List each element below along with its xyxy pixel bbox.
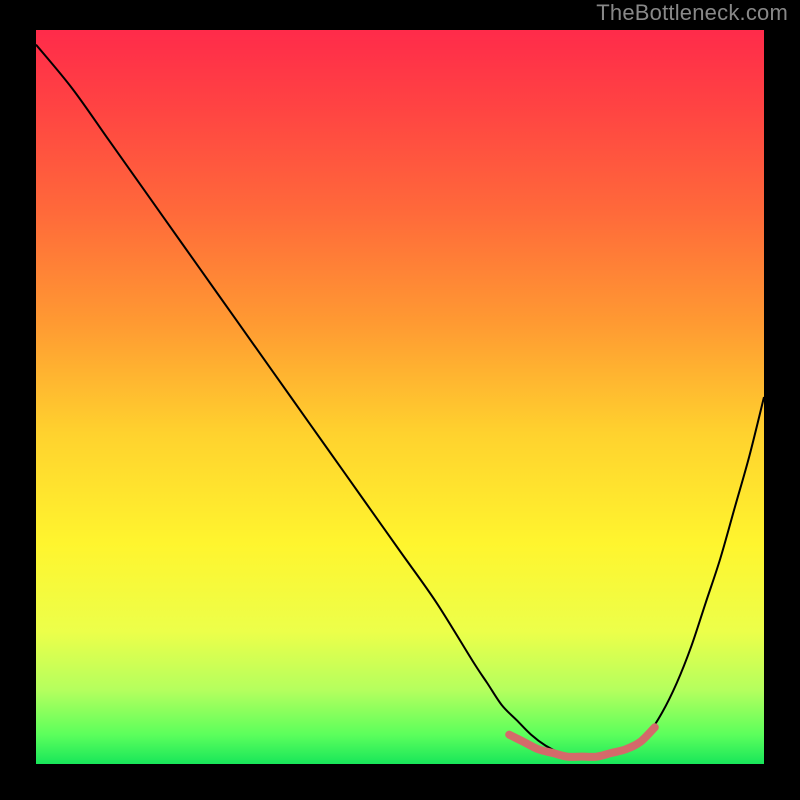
- gradient-background: [36, 30, 764, 764]
- chart-svg: [36, 30, 764, 764]
- chart-container: TheBottleneck.com: [0, 0, 800, 800]
- plot-area: [36, 30, 764, 764]
- watermark-text: TheBottleneck.com: [596, 0, 788, 26]
